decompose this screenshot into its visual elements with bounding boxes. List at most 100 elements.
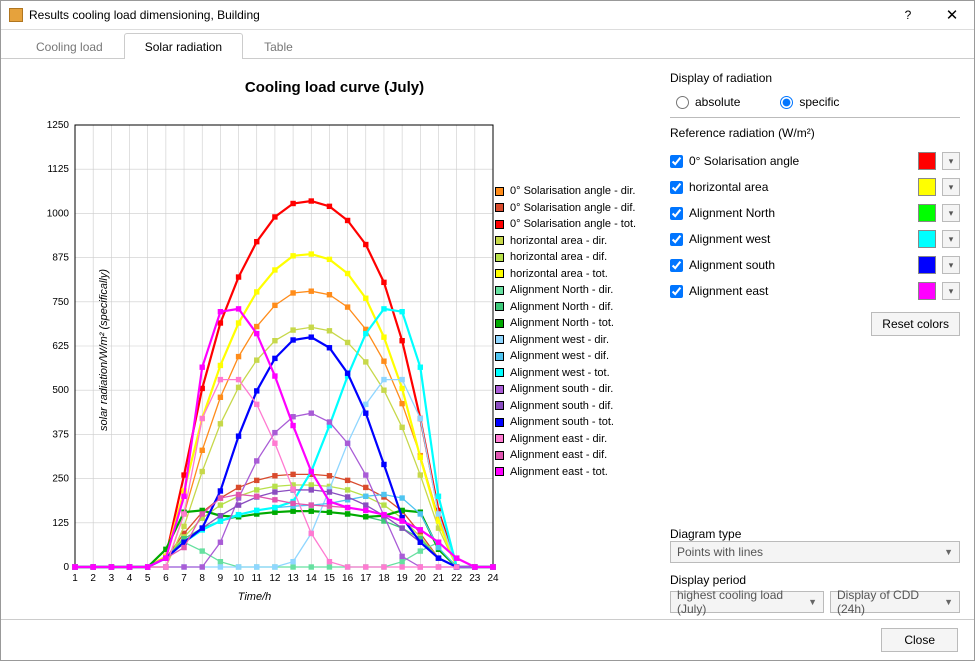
color-dropdown-button[interactable]: ▾	[942, 204, 960, 222]
radio-specific[interactable]: specific	[780, 95, 839, 109]
ref-item: Alignment east ▾	[670, 282, 960, 300]
legend-swatch	[495, 203, 504, 212]
svg-text:17: 17	[360, 573, 372, 584]
legend-swatch	[495, 253, 504, 262]
tab-cooling-load[interactable]: Cooling load	[15, 33, 124, 59]
legend-label: Alignment North - dif.	[510, 301, 613, 313]
legend-label: Alignment south - tot.	[510, 416, 614, 428]
color-swatch[interactable]	[918, 256, 936, 274]
legend-label: Alignment east - tot.	[510, 466, 608, 478]
svg-text:5: 5	[145, 573, 151, 584]
svg-text:13: 13	[288, 573, 300, 584]
legend-label: Alignment south - dir.	[510, 383, 613, 395]
ref-checkbox[interactable]: horizontal area	[670, 180, 912, 194]
svg-text:18: 18	[378, 573, 390, 584]
legend-item: Alignment south - dif.	[495, 400, 650, 412]
ref-label: Alignment west	[689, 232, 770, 246]
legend-swatch	[495, 434, 504, 443]
close-button[interactable]: Close	[881, 628, 958, 652]
ref-checkbox[interactable]: Alignment south	[670, 258, 912, 272]
legend-item: 0° Solarisation angle - dir.	[495, 185, 650, 197]
chevron-down-icon: ▼	[944, 547, 953, 557]
legend-swatch	[495, 269, 504, 278]
color-dropdown-button[interactable]: ▾	[942, 230, 960, 248]
svg-text:21: 21	[433, 573, 445, 584]
ref-item: Alignment south ▾	[670, 256, 960, 274]
svg-text:16: 16	[342, 573, 354, 584]
svg-text:3: 3	[109, 573, 115, 584]
legend-swatch	[495, 302, 504, 311]
side-panel: Display of radiation absolute specific R…	[658, 65, 964, 613]
svg-text:6: 6	[163, 573, 169, 584]
svg-text:500: 500	[52, 385, 69, 396]
svg-text:8: 8	[199, 573, 205, 584]
legend-swatch	[495, 236, 504, 245]
display-period-combo-2[interactable]: Display of CDD (24h) ▼	[830, 591, 960, 613]
legend-item: Alignment west - dif.	[495, 350, 650, 362]
chart-title: Cooling load curve (July)	[11, 79, 658, 96]
diagram-type-value: Points with lines	[677, 545, 763, 559]
chart-legend: 0° Solarisation angle - dir. 0° Solarisat…	[495, 185, 650, 482]
chevron-down-icon: ▼	[944, 597, 953, 607]
ref-label: Alignment east	[689, 284, 768, 298]
ref-checkbox[interactable]: Alignment east	[670, 284, 912, 298]
tab-table[interactable]: Table	[243, 33, 314, 59]
svg-text:11: 11	[252, 573, 263, 584]
legend-label: horizontal area - dif.	[510, 251, 607, 263]
diagram-type-combo[interactable]: Points with lines ▼	[670, 541, 960, 563]
ref-label: horizontal area	[689, 180, 768, 194]
ref-item: Alignment west ▾	[670, 230, 960, 248]
window-title: Results cooling load dimensioning, Build…	[29, 8, 886, 22]
ref-item: horizontal area ▾	[670, 178, 960, 196]
legend-swatch	[495, 467, 504, 476]
svg-text:875: 875	[52, 253, 69, 264]
color-dropdown-button[interactable]: ▾	[942, 152, 960, 170]
svg-text:22: 22	[451, 573, 463, 584]
svg-text:1: 1	[72, 573, 78, 584]
close-window-button[interactable]: ✕	[930, 1, 974, 29]
legend-item: Alignment south - tot.	[495, 416, 650, 428]
legend-swatch	[495, 451, 504, 460]
color-swatch[interactable]	[918, 204, 936, 222]
help-button[interactable]: ?	[886, 1, 930, 29]
legend-swatch	[495, 418, 504, 427]
legend-label: 0° Solarisation angle - dif.	[510, 202, 635, 214]
legend-item: Alignment North - tot.	[495, 317, 650, 329]
color-swatch[interactable]	[918, 282, 936, 300]
svg-text:14: 14	[306, 573, 318, 584]
ref-label: 0° Solarisation angle	[689, 154, 799, 168]
diagram-type-label: Diagram type	[670, 527, 960, 541]
svg-text:250: 250	[52, 474, 69, 485]
legend-item: Alignment east - tot.	[495, 466, 650, 478]
legend-label: Alignment North - tot.	[510, 317, 614, 329]
color-swatch[interactable]	[918, 230, 936, 248]
radio-absolute-label: absolute	[695, 95, 740, 109]
color-dropdown-button[interactable]: ▾	[942, 282, 960, 300]
svg-text:20: 20	[415, 573, 427, 584]
legend-swatch	[495, 352, 504, 361]
legend-item: horizontal area - tot.	[495, 268, 650, 280]
svg-text:1250: 1250	[47, 120, 70, 131]
ref-checkbox[interactable]: 0° Solarisation angle	[670, 154, 912, 168]
color-dropdown-button[interactable]: ▾	[942, 256, 960, 274]
display-period-combo-1[interactable]: highest cooling load (July) ▼	[670, 591, 824, 613]
ref-checkbox[interactable]: Alignment west	[670, 232, 912, 246]
radio-absolute[interactable]: absolute	[676, 95, 740, 109]
svg-text:375: 375	[52, 429, 69, 440]
legend-label: Alignment east - dif.	[510, 449, 607, 461]
legend-swatch	[495, 220, 504, 229]
display-period-value-2: Display of CDD (24h)	[837, 588, 944, 616]
tab-solar-radiation[interactable]: Solar radiation	[124, 33, 243, 59]
ref-checkbox[interactable]: Alignment North	[670, 206, 912, 220]
ref-label: Alignment south	[689, 258, 775, 272]
ref-item: 0° Solarisation angle ▾	[670, 152, 960, 170]
svg-text:7: 7	[181, 573, 187, 584]
legend-item: 0° Solarisation angle - tot.	[495, 218, 650, 230]
tabstrip: Cooling load Solar radiation Table	[1, 30, 974, 59]
color-swatch[interactable]	[918, 152, 936, 170]
color-swatch[interactable]	[918, 178, 936, 196]
color-dropdown-button[interactable]: ▾	[942, 178, 960, 196]
svg-text:9: 9	[218, 573, 224, 584]
legend-label: Alignment south - dif.	[510, 400, 613, 412]
reset-colors-button[interactable]: Reset colors	[871, 312, 960, 336]
